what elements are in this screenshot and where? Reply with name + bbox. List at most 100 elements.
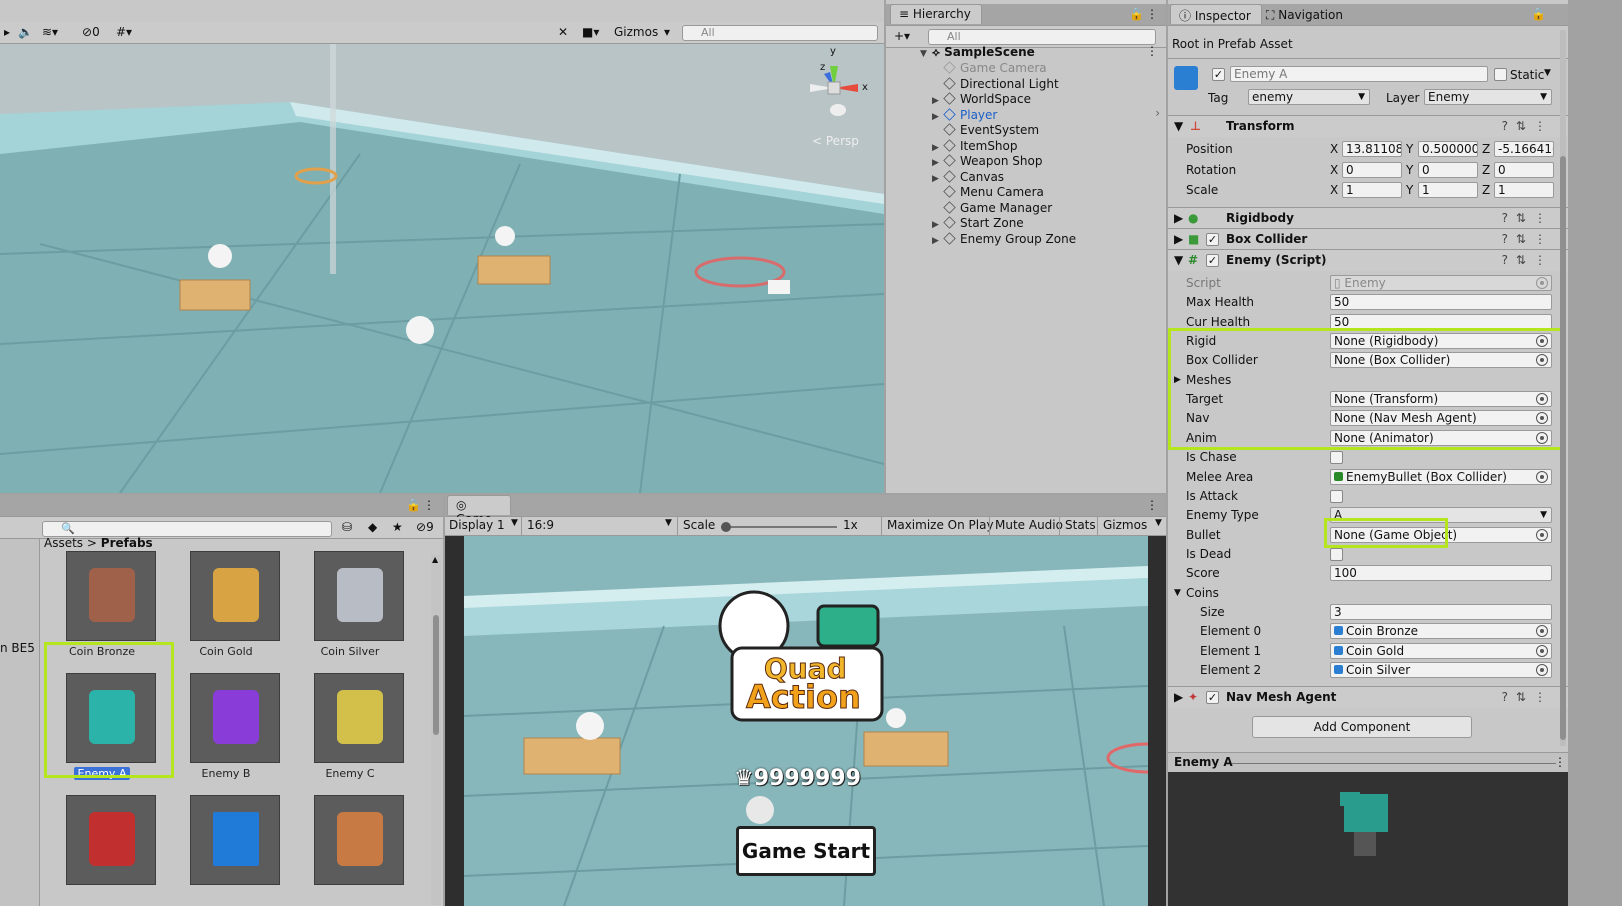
object-picker-icon[interactable] [1536, 528, 1548, 541]
position-x-field[interactable]: 13.81108 [1342, 141, 1402, 157]
shading-toggle-icon[interactable]: ▸ [0, 24, 14, 42]
fold-icon[interactable]: ▶ [1174, 687, 1183, 708]
object-field[interactable]: Coin Bronze [1330, 623, 1552, 640]
filter-by-type-icon[interactable]: ⛁ [338, 519, 356, 537]
hierarchy-item[interactable]: Game Camera [932, 60, 1047, 76]
field-value[interactable]: 100 [1330, 565, 1552, 582]
inspector-lock-icon[interactable]: 🔒 [1531, 7, 1546, 21]
hierarchy-item[interactable]: EventSystem [932, 122, 1039, 138]
object-picker-icon[interactable] [1536, 664, 1548, 676]
game-start-button[interactable]: Game Start [736, 826, 876, 876]
object-picker-icon[interactable] [1536, 625, 1548, 638]
inspector-scrollbar[interactable] [1560, 30, 1566, 746]
nav-mesh-agent-checkbox[interactable]: ✓ [1206, 691, 1219, 704]
orientation-gizmo[interactable]: y z x [800, 46, 872, 124]
favorites-icon[interactable]: ★ [388, 519, 407, 537]
fold-icon[interactable]: ▶ [1174, 208, 1183, 229]
position-y-field[interactable]: 0.500000 [1418, 141, 1478, 157]
scene-viewport[interactable]: y z x < Persp [0, 44, 884, 493]
scale-x-field[interactable]: 1 [1342, 182, 1402, 198]
transform-header[interactable]: ▼ ⊥ Transform ?⇅⋮ [1168, 115, 1568, 137]
field-checkbox[interactable] [1330, 547, 1343, 561]
position-z-field[interactable]: -5.166416 [1494, 141, 1554, 157]
active-checkbox[interactable]: ✓ [1212, 68, 1225, 81]
rotation-y-field[interactable]: 0 [1418, 161, 1478, 178]
scale-y-field[interactable]: 1 [1418, 182, 1478, 198]
asset-item[interactable]: Coin Gold [166, 551, 286, 669]
object-picker-icon[interactable] [1536, 644, 1548, 657]
scene-search-input[interactable]: All [682, 25, 878, 41]
hierarchy-item[interactable]: ▶ Canvas [932, 169, 1004, 185]
project-more-icon[interactable]: ⋮ [423, 498, 435, 512]
hierarchy-item[interactable]: ▶ Start Zone [932, 215, 1024, 231]
component-actions-icon[interactable]: ?⇅⋮ [1502, 116, 1554, 137]
hierarchy-item[interactable]: Game Manager [932, 200, 1052, 216]
hierarchy-item[interactable]: ▶ ItemShop [932, 138, 1018, 154]
static-checkbox[interactable] [1494, 68, 1507, 81]
display-chevron-icon[interactable]: ▼ [507, 517, 522, 535]
aspect-dropdown[interactable]: 16:9 [523, 517, 558, 535]
field-value[interactable]: 50 [1330, 294, 1552, 311]
add-component-button[interactable]: Add Component [1252, 716, 1472, 738]
scene-root-item[interactable]: ▼ ⟡ SampleScene [920, 44, 1035, 60]
component-actions-icon[interactable]: ?⇅⋮ [1502, 250, 1554, 271]
navigation-tab[interactable]: ⛶ Navigation [1266, 8, 1343, 23]
field-checkbox[interactable] [1330, 489, 1343, 503]
object-field[interactable]: Coin Silver [1330, 662, 1552, 678]
folder-item[interactable]: n BE5 [0, 641, 35, 655]
asset-item[interactable] [290, 795, 410, 906]
hierarchy-tab[interactable]: ≡ Hierarchy [890, 4, 982, 24]
tag-dropdown[interactable]: enemy ▼ [1248, 89, 1370, 105]
more-menu-icon[interactable]: ⋮ [1146, 7, 1158, 21]
box-collider-checkbox[interactable]: ✓ [1206, 233, 1219, 246]
mute-audio-toggle[interactable]: Mute Audio [991, 517, 1067, 535]
scene-more-icon[interactable]: ⋮ [1146, 44, 1158, 58]
object-field[interactable]: EnemyBullet (Box Collider) [1330, 468, 1552, 485]
hierarchy-item[interactable]: ▶ Player [932, 107, 997, 123]
scale-z-field[interactable]: 1 [1494, 182, 1554, 198]
hierarchy-item[interactable]: ▶ WorldSpace [932, 91, 1031, 107]
hierarchy-search-input[interactable]: All [928, 29, 1156, 45]
static-dropdown-icon[interactable]: ▼ [1544, 68, 1551, 78]
preview-more-icon[interactable]: ⋮ [1554, 755, 1566, 769]
fold-icon[interactable]: ▶ [1174, 229, 1183, 250]
field-value[interactable]: 3 [1330, 603, 1552, 620]
game-more-icon[interactable]: ⋮ [1146, 498, 1158, 512]
camera-icon[interactable]: ■▾ [578, 24, 603, 42]
project-search-input[interactable]: 🔍 [42, 521, 332, 537]
display-dropdown[interactable]: Display 1 [445, 517, 509, 535]
preview-area[interactable] [1168, 772, 1568, 906]
audio-toggle-icon[interactable]: 🔈 [14, 24, 37, 42]
scene-fold-icon[interactable]: ▼ [920, 46, 932, 62]
scroll-arrow-icon[interactable]: › [1155, 106, 1160, 120]
asset-item[interactable] [42, 795, 162, 906]
fold-icon[interactable]: ▼ [1174, 250, 1183, 271]
game-viewport[interactable]: Quad Action ♛9999999 Game Start [464, 536, 1148, 906]
aspect-chevron-icon[interactable]: ▼ [661, 517, 676, 535]
fold-icon[interactable]: ▶ [932, 233, 944, 249]
asset-item[interactable]: Coin Silver [290, 551, 410, 669]
grid-toggle-icon[interactable]: #▾ [112, 24, 136, 42]
asset-item[interactable]: Enemy B [166, 673, 286, 791]
layer-dropdown[interactable]: Enemy ▼ [1424, 89, 1552, 105]
object-name-field[interactable]: Enemy A [1230, 66, 1488, 82]
enemy-script-header[interactable]: ▼ # ✓ Enemy (Script) ?⇅⋮ [1168, 249, 1568, 271]
project-lock-icon[interactable]: 🔒 [406, 498, 421, 512]
breadcrumb-assets[interactable]: Assets [44, 536, 83, 550]
inspector-tab[interactable]: ⓘ Inspector [1170, 4, 1262, 24]
rigidbody-header[interactable]: ▶ ● Rigidbody ?⇅⋮ [1168, 207, 1568, 229]
gizmos-chevron-icon[interactable]: ▾ [660, 24, 674, 42]
game-gizmos-chevron-icon[interactable]: ▼ [1151, 517, 1166, 535]
gizmos-dropdown[interactable]: Gizmos [610, 24, 662, 42]
lock-icon[interactable]: 🔒 [1129, 7, 1144, 21]
breadcrumb-prefabs[interactable]: Prefabs [101, 536, 153, 550]
rotation-z-field[interactable]: 0 [1494, 161, 1554, 178]
tools-icon[interactable]: ✕ [554, 24, 572, 42]
hierarchy-item[interactable]: ▶ Enemy Group Zone [932, 231, 1076, 247]
persp-label[interactable]: < Persp [812, 134, 859, 148]
scale-slider[interactable] [721, 522, 837, 532]
hidden-packages-icon[interactable]: ⊘9 [412, 519, 438, 537]
component-actions-icon[interactable]: ?⇅⋮ [1502, 229, 1554, 250]
fold-icon[interactable]: ▼ [1174, 583, 1181, 603]
fold-icon[interactable]: ▼ [1174, 116, 1183, 137]
